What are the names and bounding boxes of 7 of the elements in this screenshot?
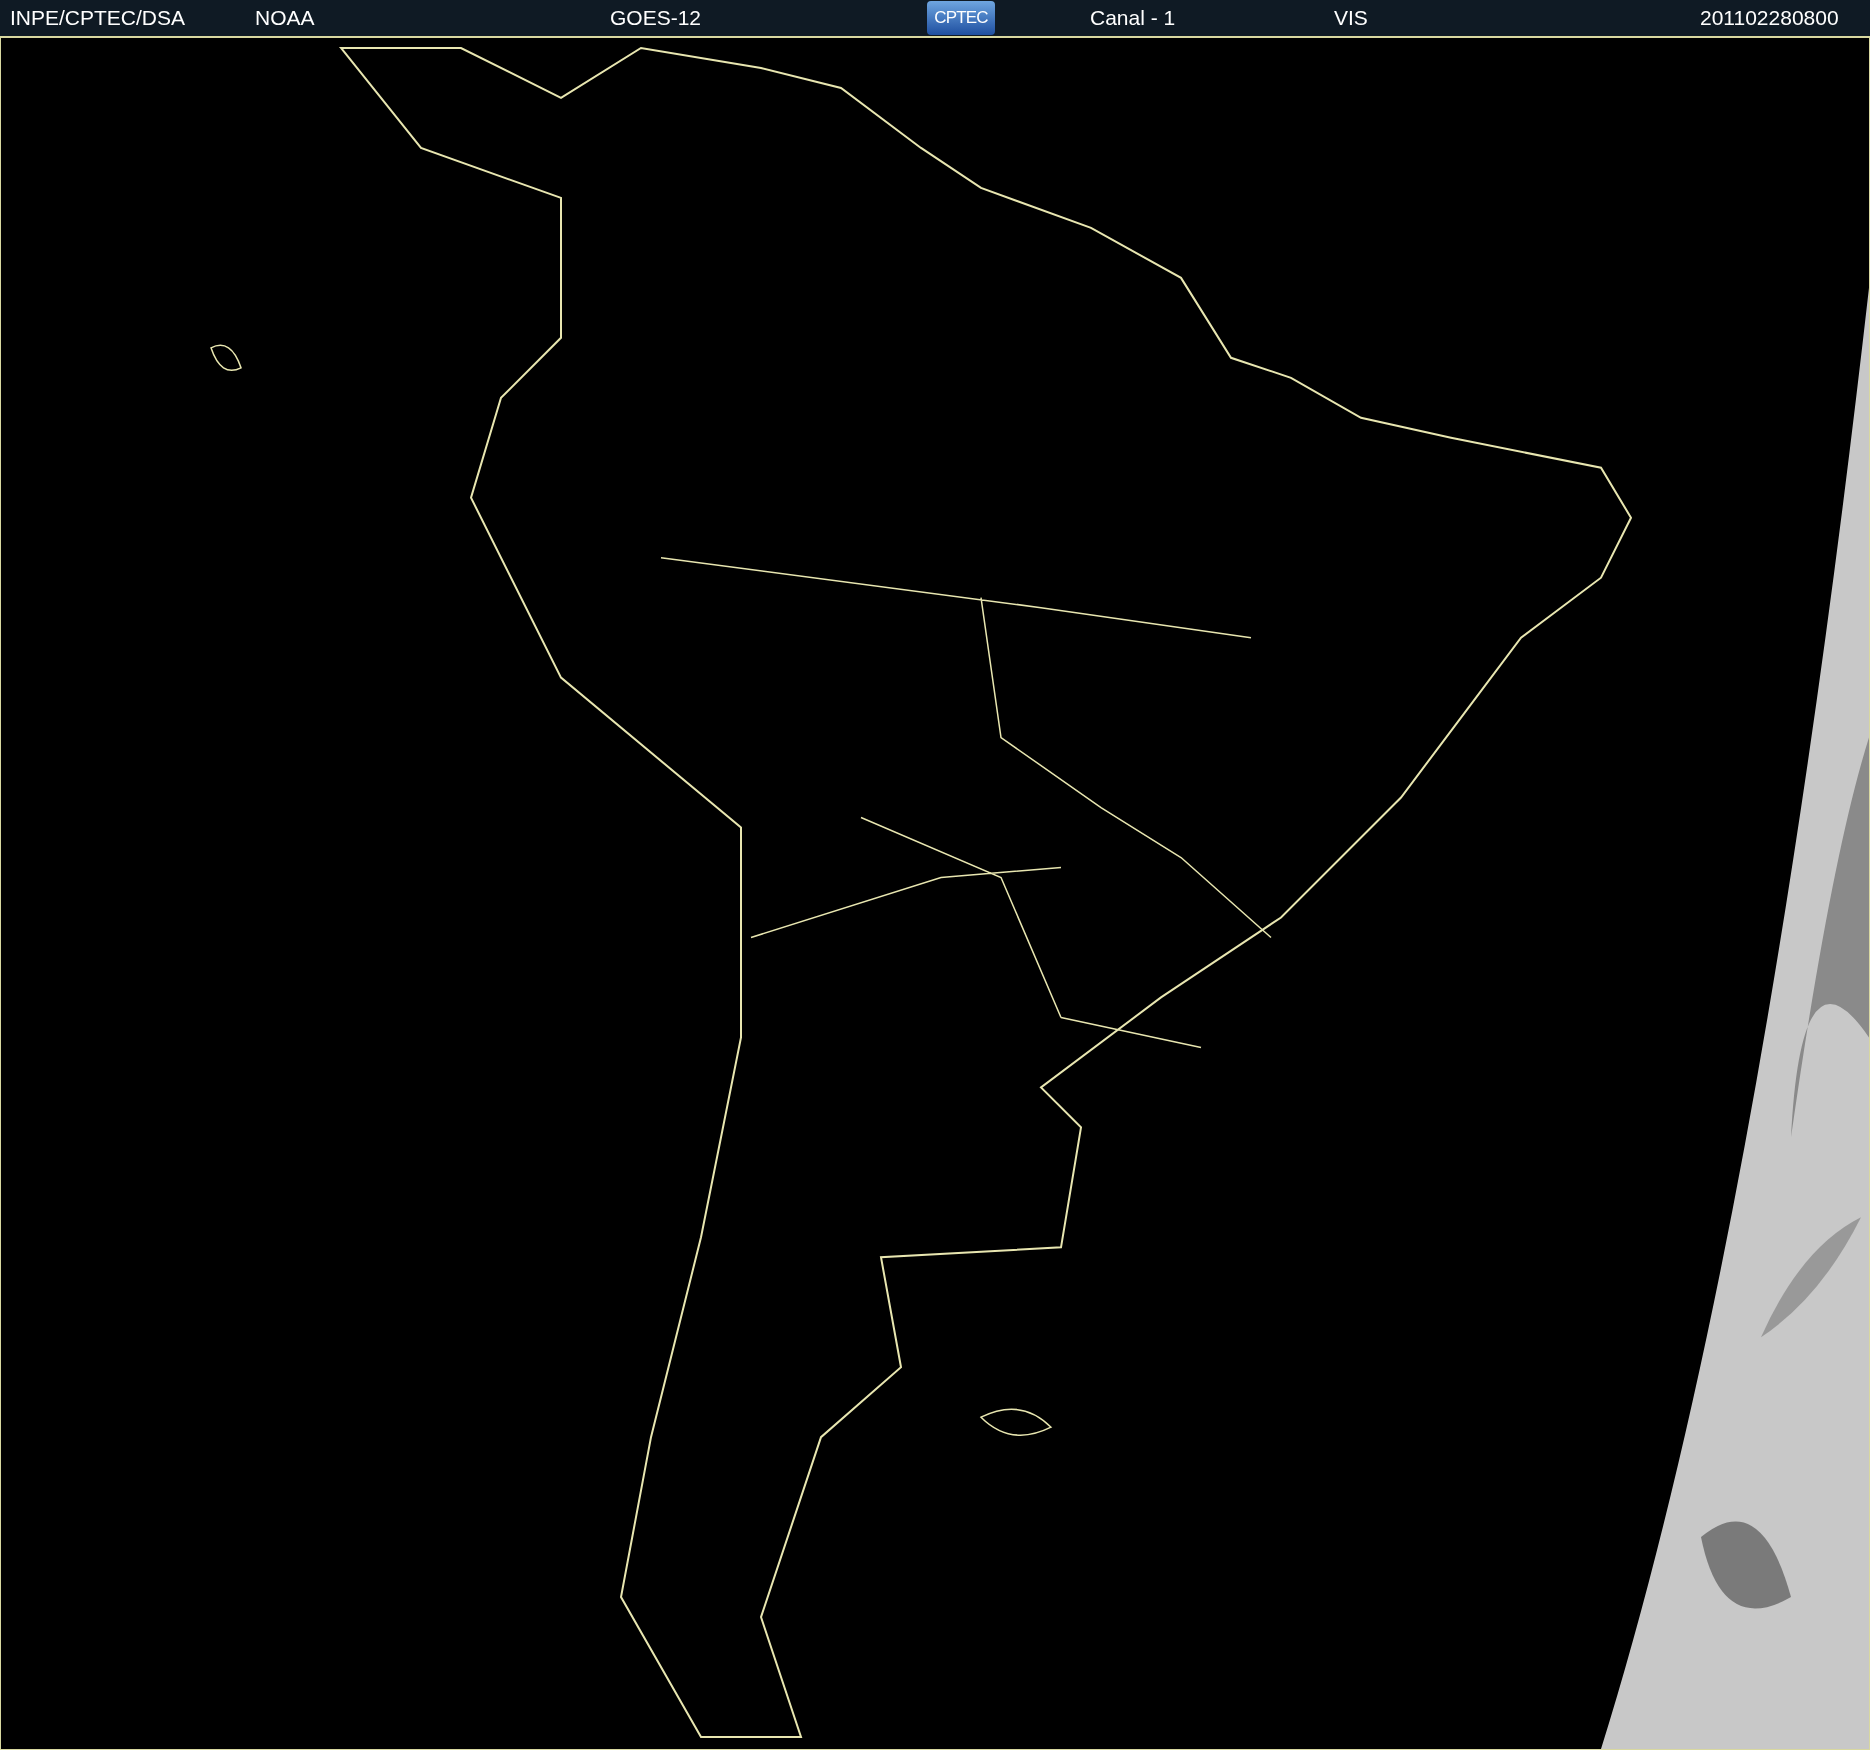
header-label: Canal - 1 bbox=[1090, 5, 1176, 32]
header-label: 201102280800 bbox=[1700, 5, 1839, 32]
logo: CPTEC bbox=[927, 1, 995, 35]
header-label: VIS bbox=[1334, 5, 1368, 32]
header-label: NOAA bbox=[255, 5, 315, 32]
header-label: GOES-12 bbox=[610, 5, 702, 32]
header-label: INPE/CPTEC/DSA bbox=[10, 5, 186, 32]
